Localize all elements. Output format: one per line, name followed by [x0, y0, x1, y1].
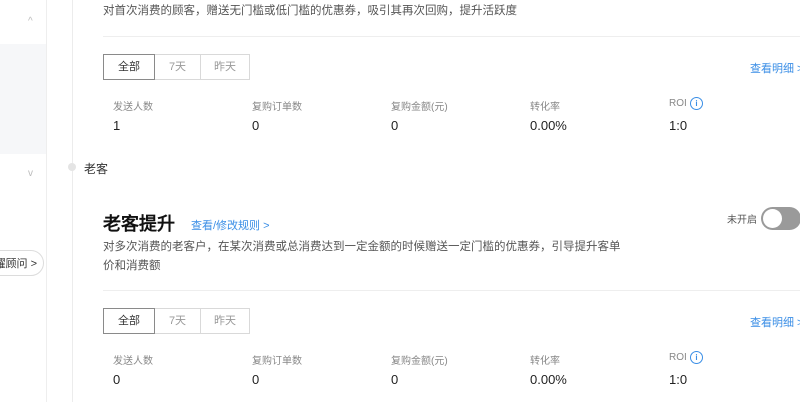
metric-label-conversion: 转化率 [530, 356, 560, 367]
second-section-description-line2: 价和消费额 [103, 260, 161, 272]
tab-7days[interactable]: 7天 [154, 308, 201, 334]
second-section-description-line1: 对多次消费的老客户，在某次消费或总消费达到一定金额的时候赠送一定门槛的优惠券，引… [103, 241, 621, 253]
metric-label-conversion: 转化率 [530, 102, 560, 113]
section-divider [103, 36, 800, 37]
metric-value-sent: 0 [113, 372, 121, 387]
metric-label-roi: ROI [669, 98, 687, 109]
toggle-status-label: 未开启 [727, 215, 757, 226]
tab-all[interactable]: 全部 [103, 308, 155, 334]
metric-value-orders: 0 [252, 372, 260, 387]
metric-label-sent: 发送人数 [113, 102, 153, 113]
edit-rules-link[interactable]: 查看/修改规则 > [191, 217, 270, 233]
tab-all[interactable]: 全部 [103, 54, 155, 80]
timeline-node [68, 163, 76, 171]
tab-yesterday[interactable]: 昨天 [200, 54, 250, 80]
toggle-knob [763, 209, 782, 228]
metric-label-sent: 发送人数 [113, 356, 153, 367]
enable-toggle[interactable] [761, 207, 800, 230]
metric-value-roi: 1:0 [669, 118, 688, 133]
metric-value-amount: 0 [391, 118, 399, 133]
section-divider [103, 290, 800, 291]
info-icon[interactable]: i [690, 97, 703, 110]
metric-label-amount: 复购金额(元) [391, 356, 448, 367]
metric-value-amount: 0 [391, 372, 399, 387]
view-details-link[interactable]: 查看明细 > [750, 314, 800, 330]
tab-yesterday[interactable]: 昨天 [200, 308, 250, 334]
sidebar-selected-area [0, 44, 46, 154]
timeline-label: 老客 [84, 162, 109, 176]
metric-value-roi: 1:0 [669, 372, 688, 387]
metric-value-conversion: 0.00% [530, 372, 567, 387]
sidebar-panel: ^ v [0, 0, 47, 402]
chevron-up-icon[interactable]: ^ [28, 16, 33, 27]
info-icon[interactable]: i [690, 351, 703, 364]
metric-label-roi: ROI [669, 352, 687, 363]
timeline-line [72, 0, 73, 402]
metric-value-sent: 1 [113, 118, 121, 133]
metric-label-orders: 复购订单数 [252, 356, 302, 367]
metric-label-orders: 复购订单数 [252, 102, 302, 113]
metric-label-amount: 复购金额(元) [391, 102, 448, 113]
first-section-date-tabs: 全部 7天 昨天 [103, 54, 250, 80]
tab-7days[interactable]: 7天 [154, 54, 201, 80]
section-title: 老客提升 [103, 214, 175, 234]
metric-value-conversion: 0.00% [530, 118, 567, 133]
second-section-date-tabs: 全部 7天 昨天 [103, 308, 250, 334]
consultant-button[interactable]: 耀顾问 > [0, 250, 44, 276]
metric-value-orders: 0 [252, 118, 260, 133]
chevron-down-icon[interactable]: v [28, 168, 33, 179]
first-section-description: 对首次消费的顾客，赠送无门槛或低门槛的优惠券，吸引其再次回购，提升活跃度 [103, 5, 517, 17]
view-details-link[interactable]: 查看明细 > [750, 60, 800, 76]
